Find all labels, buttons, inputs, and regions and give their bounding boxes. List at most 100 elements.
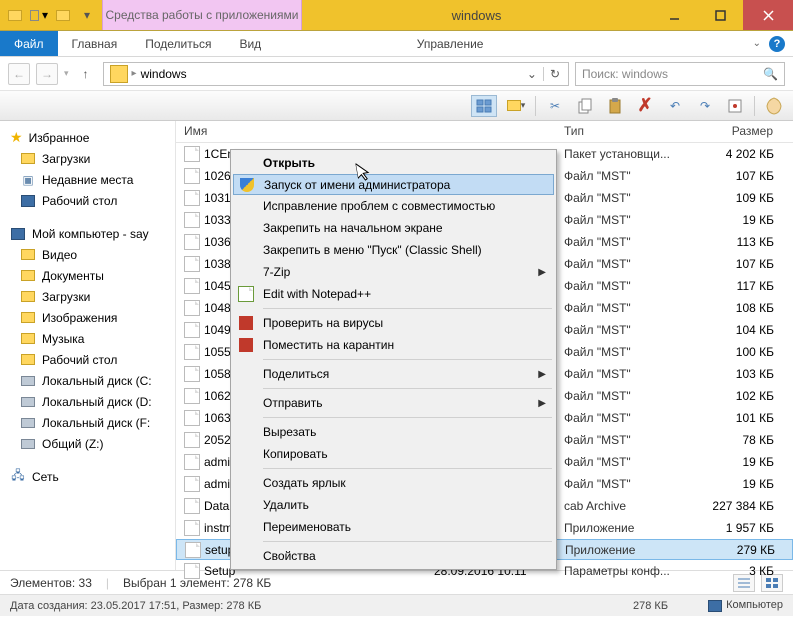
window-buttons xyxy=(651,0,793,30)
shell-icon[interactable] xyxy=(763,95,785,117)
app-icon xyxy=(6,6,24,24)
cut-icon[interactable]: ✂ xyxy=(544,95,566,117)
search-icon: 🔍 xyxy=(763,67,778,81)
status-count: Элементов: 33 xyxy=(10,576,92,590)
file-icon xyxy=(185,542,201,558)
folder-icon xyxy=(110,65,128,83)
qat-dropdown-icon[interactable]: ▾ xyxy=(78,6,96,24)
ribbon-expand-icon[interactable]: ⌄ xyxy=(753,38,761,49)
forward-button[interactable]: → xyxy=(36,63,58,85)
organize-button[interactable]: ▾ xyxy=(505,95,527,117)
address-row: ← → ▾ ↑ ▸ windows ⌄ ↻ Поиск: windows 🔍 xyxy=(0,57,793,91)
qat-newfolder-icon[interactable] xyxy=(54,6,72,24)
titlebar: ▾ ▾ Средства работы с приложениями windo… xyxy=(0,0,793,31)
sidebar-item-disk-c[interactable]: Локальный диск (C: xyxy=(0,370,175,391)
address-dropdown-icon[interactable]: ⌄ xyxy=(521,67,543,81)
up-button[interactable]: ↑ xyxy=(75,63,97,85)
sidebar-item-downloads2[interactable]: Загрузки xyxy=(0,286,175,307)
contextual-tab-group: Средства работы с приложениями xyxy=(102,0,302,30)
sidebar-item-disk-z[interactable]: Общий (Z:) xyxy=(0,433,175,454)
properties-icon[interactable] xyxy=(724,95,746,117)
context-item[interactable]: Поместить на карантин xyxy=(233,334,554,356)
minimize-button[interactable] xyxy=(651,0,697,30)
context-item[interactable]: Закрепить в меню "Пуск" (Classic Shell) xyxy=(233,239,554,261)
toolbar: ▾ ✂ ✗ ↶ ↷ xyxy=(0,91,793,121)
context-item[interactable]: Переименовать xyxy=(233,516,554,538)
col-date[interactable] xyxy=(426,121,556,142)
history-dropdown-icon[interactable]: ▾ xyxy=(64,68,69,79)
file-icon xyxy=(184,256,200,272)
context-item[interactable]: Запуск от имени администратора xyxy=(233,174,554,195)
context-item[interactable]: Создать ярлык xyxy=(233,472,554,494)
antivirus-icon xyxy=(237,314,255,332)
context-item[interactable]: Отправить▶ xyxy=(233,392,554,414)
window-title: windows xyxy=(302,0,651,30)
tab-file[interactable]: Файл xyxy=(0,31,58,56)
sidebar-item-recent[interactable]: ▣Недавние места xyxy=(0,169,175,190)
paste-icon[interactable] xyxy=(604,95,626,117)
context-item[interactable]: Edit with Notepad++ xyxy=(233,283,554,305)
details-left: Дата создания: 23.05.2017 17:51, Размер:… xyxy=(10,600,261,612)
col-type[interactable]: Тип xyxy=(556,121,696,142)
sidebar-item-videos[interactable]: Видео xyxy=(0,244,175,265)
computer-header[interactable]: Мой компьютер - say xyxy=(0,223,175,244)
refresh-button[interactable]: ↻ xyxy=(543,67,566,81)
sidebar-item-disk-f[interactable]: Локальный диск (F: xyxy=(0,412,175,433)
col-name[interactable]: Имя xyxy=(176,121,426,142)
tab-share[interactable]: Поделиться xyxy=(131,31,225,56)
sidebar-item-music[interactable]: Музыка xyxy=(0,328,175,349)
context-menu: ОткрытьЗапуск от имени администратораИсп… xyxy=(230,149,557,570)
context-separator xyxy=(263,308,552,309)
context-separator xyxy=(263,417,552,418)
file-icon xyxy=(184,300,200,316)
network-header[interactable]: 🖧Сеть xyxy=(0,466,175,487)
tab-manage[interactable]: Управление xyxy=(403,31,498,56)
qat-properties-icon[interactable]: ▾ xyxy=(30,6,48,24)
delete-icon[interactable]: ✗ xyxy=(634,95,656,117)
tab-view[interactable]: Вид xyxy=(225,31,275,56)
tab-home[interactable]: Главная xyxy=(58,31,132,56)
ribbon-tabs: Файл Главная Поделиться Вид Управление ⌄… xyxy=(0,31,793,57)
redo-icon[interactable]: ↷ xyxy=(694,95,716,117)
context-item[interactable]: Свойства xyxy=(233,545,554,567)
file-icon xyxy=(184,454,200,470)
context-separator xyxy=(263,468,552,469)
file-icon xyxy=(184,498,200,514)
sidebar-item-pictures[interactable]: Изображения xyxy=(0,307,175,328)
file-icon xyxy=(184,190,200,206)
file-icon xyxy=(184,234,200,250)
sidebar-item-desktop2[interactable]: Рабочий стол xyxy=(0,349,175,370)
context-item[interactable]: Удалить xyxy=(233,494,554,516)
undo-icon[interactable]: ↶ xyxy=(664,95,686,117)
copy-icon[interactable] xyxy=(574,95,596,117)
context-item[interactable]: Закрепить на начальном экране xyxy=(233,217,554,239)
context-item[interactable]: Поделиться▶ xyxy=(233,363,554,385)
file-icon xyxy=(184,563,200,579)
context-item[interactable]: 7-Zip▶ xyxy=(233,261,554,283)
sidebar-item-downloads[interactable]: Загрузки xyxy=(0,148,175,169)
views-button[interactable] xyxy=(471,95,497,117)
details-location: Компьютер xyxy=(708,599,783,611)
context-item[interactable]: Проверить на вирусы xyxy=(233,312,554,334)
file-icon xyxy=(184,410,200,426)
context-item[interactable]: Исправление проблем с совместимостью xyxy=(233,195,554,217)
sidebar-item-disk-d[interactable]: Локальный диск (D: xyxy=(0,391,175,412)
context-item[interactable]: Открыть xyxy=(233,152,554,174)
context-item[interactable]: Вырезать xyxy=(233,421,554,443)
address-bar[interactable]: ▸ windows ⌄ ↻ xyxy=(103,62,569,86)
file-icon xyxy=(184,476,200,492)
submenu-arrow-icon: ▶ xyxy=(538,369,546,380)
breadcrumb[interactable]: windows xyxy=(137,67,191,81)
search-input[interactable]: Поиск: windows 🔍 xyxy=(575,62,785,86)
col-size[interactable]: Размер xyxy=(696,121,782,142)
sidebar-item-desktop[interactable]: Рабочий стол xyxy=(0,190,175,211)
file-icon xyxy=(184,278,200,294)
favorites-header[interactable]: ★Избранное xyxy=(0,127,175,148)
close-button[interactable] xyxy=(743,0,793,30)
context-separator xyxy=(263,541,552,542)
maximize-button[interactable] xyxy=(697,0,743,30)
back-button[interactable]: ← xyxy=(8,63,30,85)
help-icon[interactable]: ? xyxy=(769,36,785,52)
sidebar-item-documents[interactable]: Документы xyxy=(0,265,175,286)
context-item[interactable]: Копировать xyxy=(233,443,554,465)
